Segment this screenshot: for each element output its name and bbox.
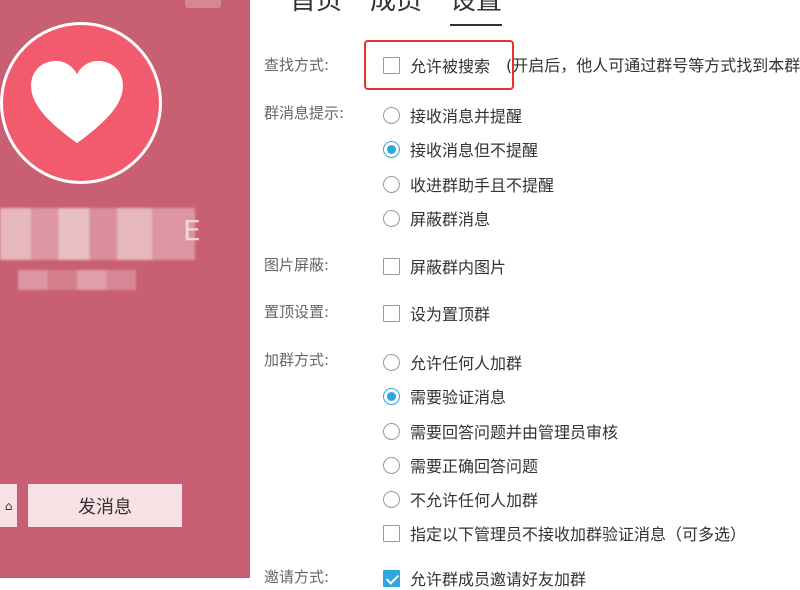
partial-left-button[interactable]: ⌂	[0, 484, 17, 527]
group-profile-panel: E ⌂ 发消息	[0, 0, 250, 578]
group-avatar[interactable]	[0, 22, 162, 184]
pin-group-checkbox[interactable]: 设为置顶群	[383, 301, 490, 325]
checkbox-box[interactable]	[383, 56, 400, 74]
image-block-label: 图片屏蔽:	[264, 256, 330, 274]
allow-search-label: 允许被搜索	[410, 57, 491, 76]
checkbox-box[interactable]	[383, 524, 400, 542]
tab-bar: 首页 成员 设置	[290, 0, 530, 26]
blurred-top-element	[185, 0, 221, 8]
notify-option-label: 屏蔽群消息	[410, 210, 491, 229]
radio-button[interactable]	[383, 422, 400, 440]
notify-option-label: 接收消息并提醒	[410, 107, 523, 126]
notify-option-block[interactable]: 屏蔽群消息	[383, 206, 490, 230]
radio-button-selected[interactable]	[383, 140, 400, 158]
notify-option-remind[interactable]: 接收消息并提醒	[383, 103, 522, 127]
send-message-button[interactable]: 发消息	[28, 484, 182, 527]
join-option-answer-correct[interactable]: 需要正确回答问题	[383, 453, 538, 477]
notify-option-assistant[interactable]: 收进群助手且不提醒	[383, 172, 554, 196]
radio-button[interactable]	[383, 490, 400, 508]
admin-no-verify-checkbox[interactable]: 指定以下管理员不接收加群验证消息（可多选）	[383, 521, 746, 545]
checkbox-box[interactable]	[383, 304, 400, 322]
radio-button[interactable]	[383, 456, 400, 474]
notify-option-label: 接收消息但不提醒	[410, 141, 539, 160]
tab-home[interactable]: 首页	[290, 0, 342, 20]
join-option-verify[interactable]: 需要验证消息	[383, 384, 506, 408]
admin-no-verify-label: 指定以下管理员不接收加群验证消息（可多选）	[410, 525, 747, 544]
radio-button[interactable]	[383, 209, 400, 227]
join-option-label: 不允许任何人加群	[410, 491, 539, 510]
allow-search-checkbox[interactable]: 允许被搜索	[383, 53, 490, 77]
blurred-group-name	[0, 208, 195, 260]
join-option-label: 需要验证消息	[410, 388, 507, 407]
notify-option-no-remind[interactable]: 接收消息但不提醒	[383, 137, 538, 161]
join-option-anyone[interactable]: 允许任何人加群	[383, 350, 522, 374]
radio-button[interactable]	[383, 106, 400, 124]
pin-group-label: 设为置顶群	[410, 305, 491, 324]
radio-button[interactable]	[383, 175, 400, 193]
block-images-label: 屏蔽群内图片	[410, 258, 507, 277]
join-option-label: 允许任何人加群	[410, 354, 523, 373]
join-option-answer-review[interactable]: 需要回答问题并由管理员审核	[383, 419, 618, 443]
join-option-nobody[interactable]: 不允许任何人加群	[383, 487, 538, 511]
heart-icon	[31, 60, 123, 144]
pin-label: 置顶设置:	[264, 303, 330, 321]
search-hint-text: (开启后，他人可通过群号等方式找到本群	[506, 56, 800, 75]
notify-option-label: 收进群助手且不提醒	[410, 176, 555, 195]
checkbox-box[interactable]	[383, 257, 400, 275]
tab-settings[interactable]: 设置	[450, 0, 503, 26]
tab-members[interactable]: 成员	[370, 0, 422, 20]
blurred-group-id	[18, 270, 136, 290]
search-method-label: 查找方式:	[264, 56, 330, 74]
home-icon: ⌂	[4, 498, 13, 513]
radio-button-selected[interactable]	[383, 387, 400, 405]
allow-invite-label: 允许群成员邀请好友加群	[410, 570, 587, 589]
invite-method-label: 邀请方式:	[264, 568, 330, 586]
group-name-tail: E	[183, 214, 201, 247]
join-option-label: 需要正确回答问题	[410, 457, 539, 476]
join-method-label: 加群方式:	[264, 351, 330, 369]
radio-button[interactable]	[383, 353, 400, 371]
join-option-label: 需要回答问题并由管理员审核	[410, 423, 619, 442]
checkbox-box-checked[interactable]	[383, 569, 400, 587]
block-images-checkbox[interactable]: 屏蔽群内图片	[383, 254, 506, 278]
notify-label: 群消息提示:	[264, 104, 345, 122]
allow-invite-checkbox[interactable]: 允许群成员邀请好友加群	[383, 566, 586, 590]
